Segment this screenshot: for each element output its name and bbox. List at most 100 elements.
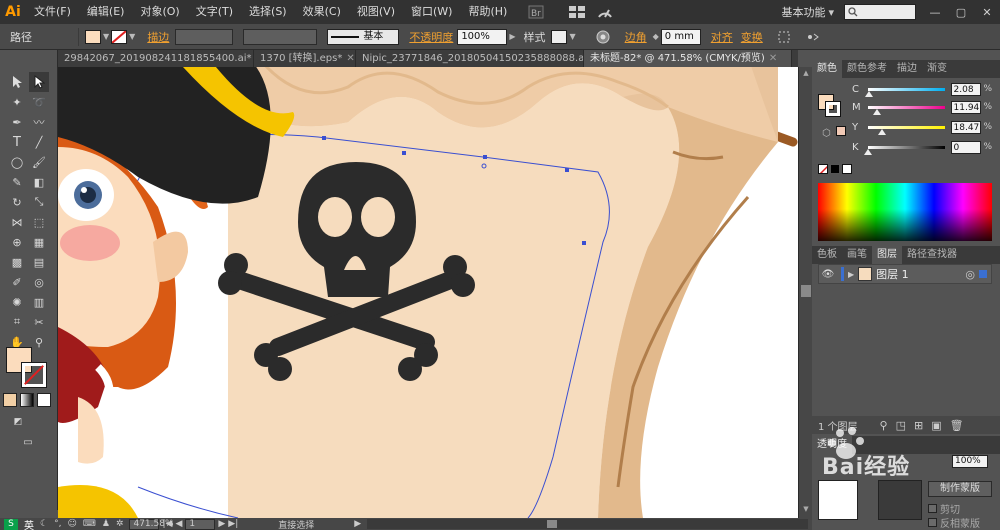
pencil-tool-icon[interactable]: ✎ xyxy=(7,172,27,192)
menu-type[interactable]: 文字(T) xyxy=(188,0,241,24)
emoji-icon[interactable]: ☺ xyxy=(67,519,76,529)
tab-stroke[interactable]: 描边 xyxy=(892,60,922,78)
menu-file[interactable]: 文件(F) xyxy=(26,0,79,24)
scale-tool-icon[interactable]: ⤡ xyxy=(29,192,49,212)
scroll-thumb[interactable] xyxy=(547,520,558,528)
corner-link[interactable]: 边角 xyxy=(625,29,647,45)
chevron-right-icon[interactable]: ▶ xyxy=(509,32,515,41)
symbol-sprayer-tool-icon[interactable]: ✺ xyxy=(7,292,27,312)
previous-artboard-icon[interactable]: ◀ xyxy=(175,519,182,529)
vertical-scrollbar[interactable]: ▲ ▼ xyxy=(798,67,812,518)
menu-select[interactable]: 选择(S) xyxy=(241,0,295,24)
transparency-opacity-field[interactable]: 100% xyxy=(952,455,988,468)
menu-help[interactable]: 帮助(H) xyxy=(460,0,515,24)
punctuation-icon[interactable]: °, xyxy=(54,519,61,529)
slider-track[interactable] xyxy=(867,125,945,135)
transform-link[interactable]: 变换 xyxy=(741,29,763,45)
status-menu-icon[interactable]: ▶ xyxy=(354,519,361,529)
new-layer-icon[interactable]: ▣ xyxy=(931,419,941,432)
tab-layers[interactable]: 图层 xyxy=(872,246,902,264)
slider-yellow[interactable]: Y 18.47 % xyxy=(852,120,992,135)
curvature-tool-icon[interactable]: 〰 xyxy=(29,112,49,132)
menu-view[interactable]: 视图(V) xyxy=(349,0,403,24)
moon-icon[interactable]: ☾ xyxy=(40,519,48,529)
tab-swatches[interactable]: 色板 xyxy=(812,246,842,264)
type-tool-icon[interactable]: T xyxy=(7,132,27,152)
free-transform-tool-icon[interactable]: ⬚ xyxy=(29,212,49,232)
rotate-tool-icon[interactable]: ↻ xyxy=(7,192,27,212)
align-link[interactable]: 对齐 xyxy=(711,29,733,45)
draw-mode-icon[interactable]: ◩ xyxy=(8,412,28,432)
chevron-down-icon[interactable]: ▼ xyxy=(129,32,135,41)
tab-pathfinder[interactable]: 路径查找器 xyxy=(902,246,962,264)
menu-window[interactable]: 窗口(W) xyxy=(403,0,460,24)
layer-row[interactable]: 👁 ▶ 图层 1 ◎ xyxy=(818,264,992,284)
opacity-field[interactable]: 100% xyxy=(457,28,508,45)
selection-indicator[interactable] xyxy=(979,270,987,278)
skin-icon[interactable]: ♟ xyxy=(102,519,110,529)
gpu-performance-icon[interactable] xyxy=(594,3,616,21)
gradient-tool-icon[interactable]: ▤ xyxy=(29,252,49,272)
column-graph-tool-icon[interactable]: ▥ xyxy=(29,292,49,312)
stroke-link[interactable]: 描边 xyxy=(147,29,169,45)
locate-object-icon[interactable]: ⚲ xyxy=(880,419,888,432)
stroke-weight-dropdown[interactable] xyxy=(175,28,234,45)
close-icon[interactable]: ✕ xyxy=(346,50,354,67)
recolor-artwork-icon[interactable] xyxy=(592,28,614,46)
chevron-down-icon[interactable]: ▼ xyxy=(103,32,109,41)
slider-track[interactable] xyxy=(867,105,945,115)
isolate-selected-icon[interactable] xyxy=(773,28,795,46)
color-spectrum[interactable] xyxy=(818,183,992,241)
bridge-icon[interactable]: Br xyxy=(525,3,547,21)
keyboard-icon[interactable]: ⌨ xyxy=(83,519,96,529)
tab-document-3[interactable]: Nipic_23771846_20180504150235888088.ai*✕ xyxy=(356,50,584,67)
slider-thumb[interactable] xyxy=(863,148,872,155)
in-gamut-swatch[interactable] xyxy=(836,126,846,136)
new-sublayer-icon[interactable]: ⊞ xyxy=(914,419,923,432)
zoom-tool-icon[interactable]: ⚲ xyxy=(29,332,49,352)
color-mode-icon[interactable] xyxy=(3,393,17,407)
ime-language[interactable]: 英 xyxy=(24,517,34,530)
slider-thumb[interactable] xyxy=(877,128,886,135)
black-swatch[interactable] xyxy=(830,164,840,174)
slider-track[interactable] xyxy=(863,145,945,155)
fill-color-swatch[interactable] xyxy=(85,29,101,44)
line-tool-icon[interactable]: ╱ xyxy=(29,132,49,152)
screen-mode-icon[interactable]: ▭ xyxy=(18,432,38,452)
menu-object[interactable]: 对象(O) xyxy=(132,0,187,24)
mask-thumbnail[interactable] xyxy=(818,480,858,520)
workspace-switcher[interactable]: 基本功能 xyxy=(781,4,825,20)
tab-document-active[interactable]: 未标题-82* @ 471.58% (CMYK/预览) ✕ xyxy=(584,50,792,67)
width-tool-icon[interactable]: ⋈ xyxy=(7,212,27,232)
tab-document-1[interactable]: 29842067_201908241181855400.ai*✕ xyxy=(58,50,254,67)
mesh-tool-icon[interactable]: ▩ xyxy=(7,252,27,272)
stepper-icon[interactable]: ◆ xyxy=(653,32,659,41)
slider-track[interactable] xyxy=(865,87,945,97)
slice-tool-icon[interactable]: ✂ xyxy=(29,312,49,332)
paintbrush-tool-icon[interactable]: 🖌 xyxy=(29,152,49,172)
panel-stroke-swatch[interactable] xyxy=(826,102,840,116)
maximize-icon[interactable]: ▢ xyxy=(948,0,974,24)
mask-preview[interactable] xyxy=(878,480,922,520)
direct-selection-tool-icon[interactable] xyxy=(29,72,49,92)
artboard-canvas[interactable] xyxy=(58,67,798,518)
tab-document-2[interactable]: 1370 [转换].eps* ✕ xyxy=(254,50,356,67)
opacity-link[interactable]: 不透明度 xyxy=(409,29,453,45)
scroll-down-icon[interactable]: ▼ xyxy=(801,505,811,515)
white-swatch[interactable] xyxy=(842,164,852,174)
slider-thumb[interactable] xyxy=(865,90,874,97)
magic-wand-tool-icon[interactable]: ✦ xyxy=(7,92,27,112)
artboard-number-field[interactable]: 1 xyxy=(185,518,216,530)
slider-magenta[interactable]: M 11.94 % xyxy=(852,100,992,115)
horizontal-scrollbar[interactable] xyxy=(367,519,808,529)
scroll-thumb[interactable] xyxy=(801,285,811,297)
zoom-field[interactable]: 471.58% xyxy=(129,518,174,530)
close-icon[interactable]: ✕ xyxy=(769,50,777,67)
variable-width-dropdown[interactable] xyxy=(243,28,318,45)
graphic-style-swatch[interactable] xyxy=(551,29,568,44)
scroll-up-icon[interactable]: ▲ xyxy=(801,69,811,79)
layer-name[interactable]: 图层 1 xyxy=(876,266,909,282)
artboard-tool-icon[interactable]: ⌗ xyxy=(7,312,27,332)
tab-color-guide[interactable]: 颜色参考 xyxy=(842,60,892,78)
delete-layer-icon[interactable]: 🗑 xyxy=(950,419,964,432)
